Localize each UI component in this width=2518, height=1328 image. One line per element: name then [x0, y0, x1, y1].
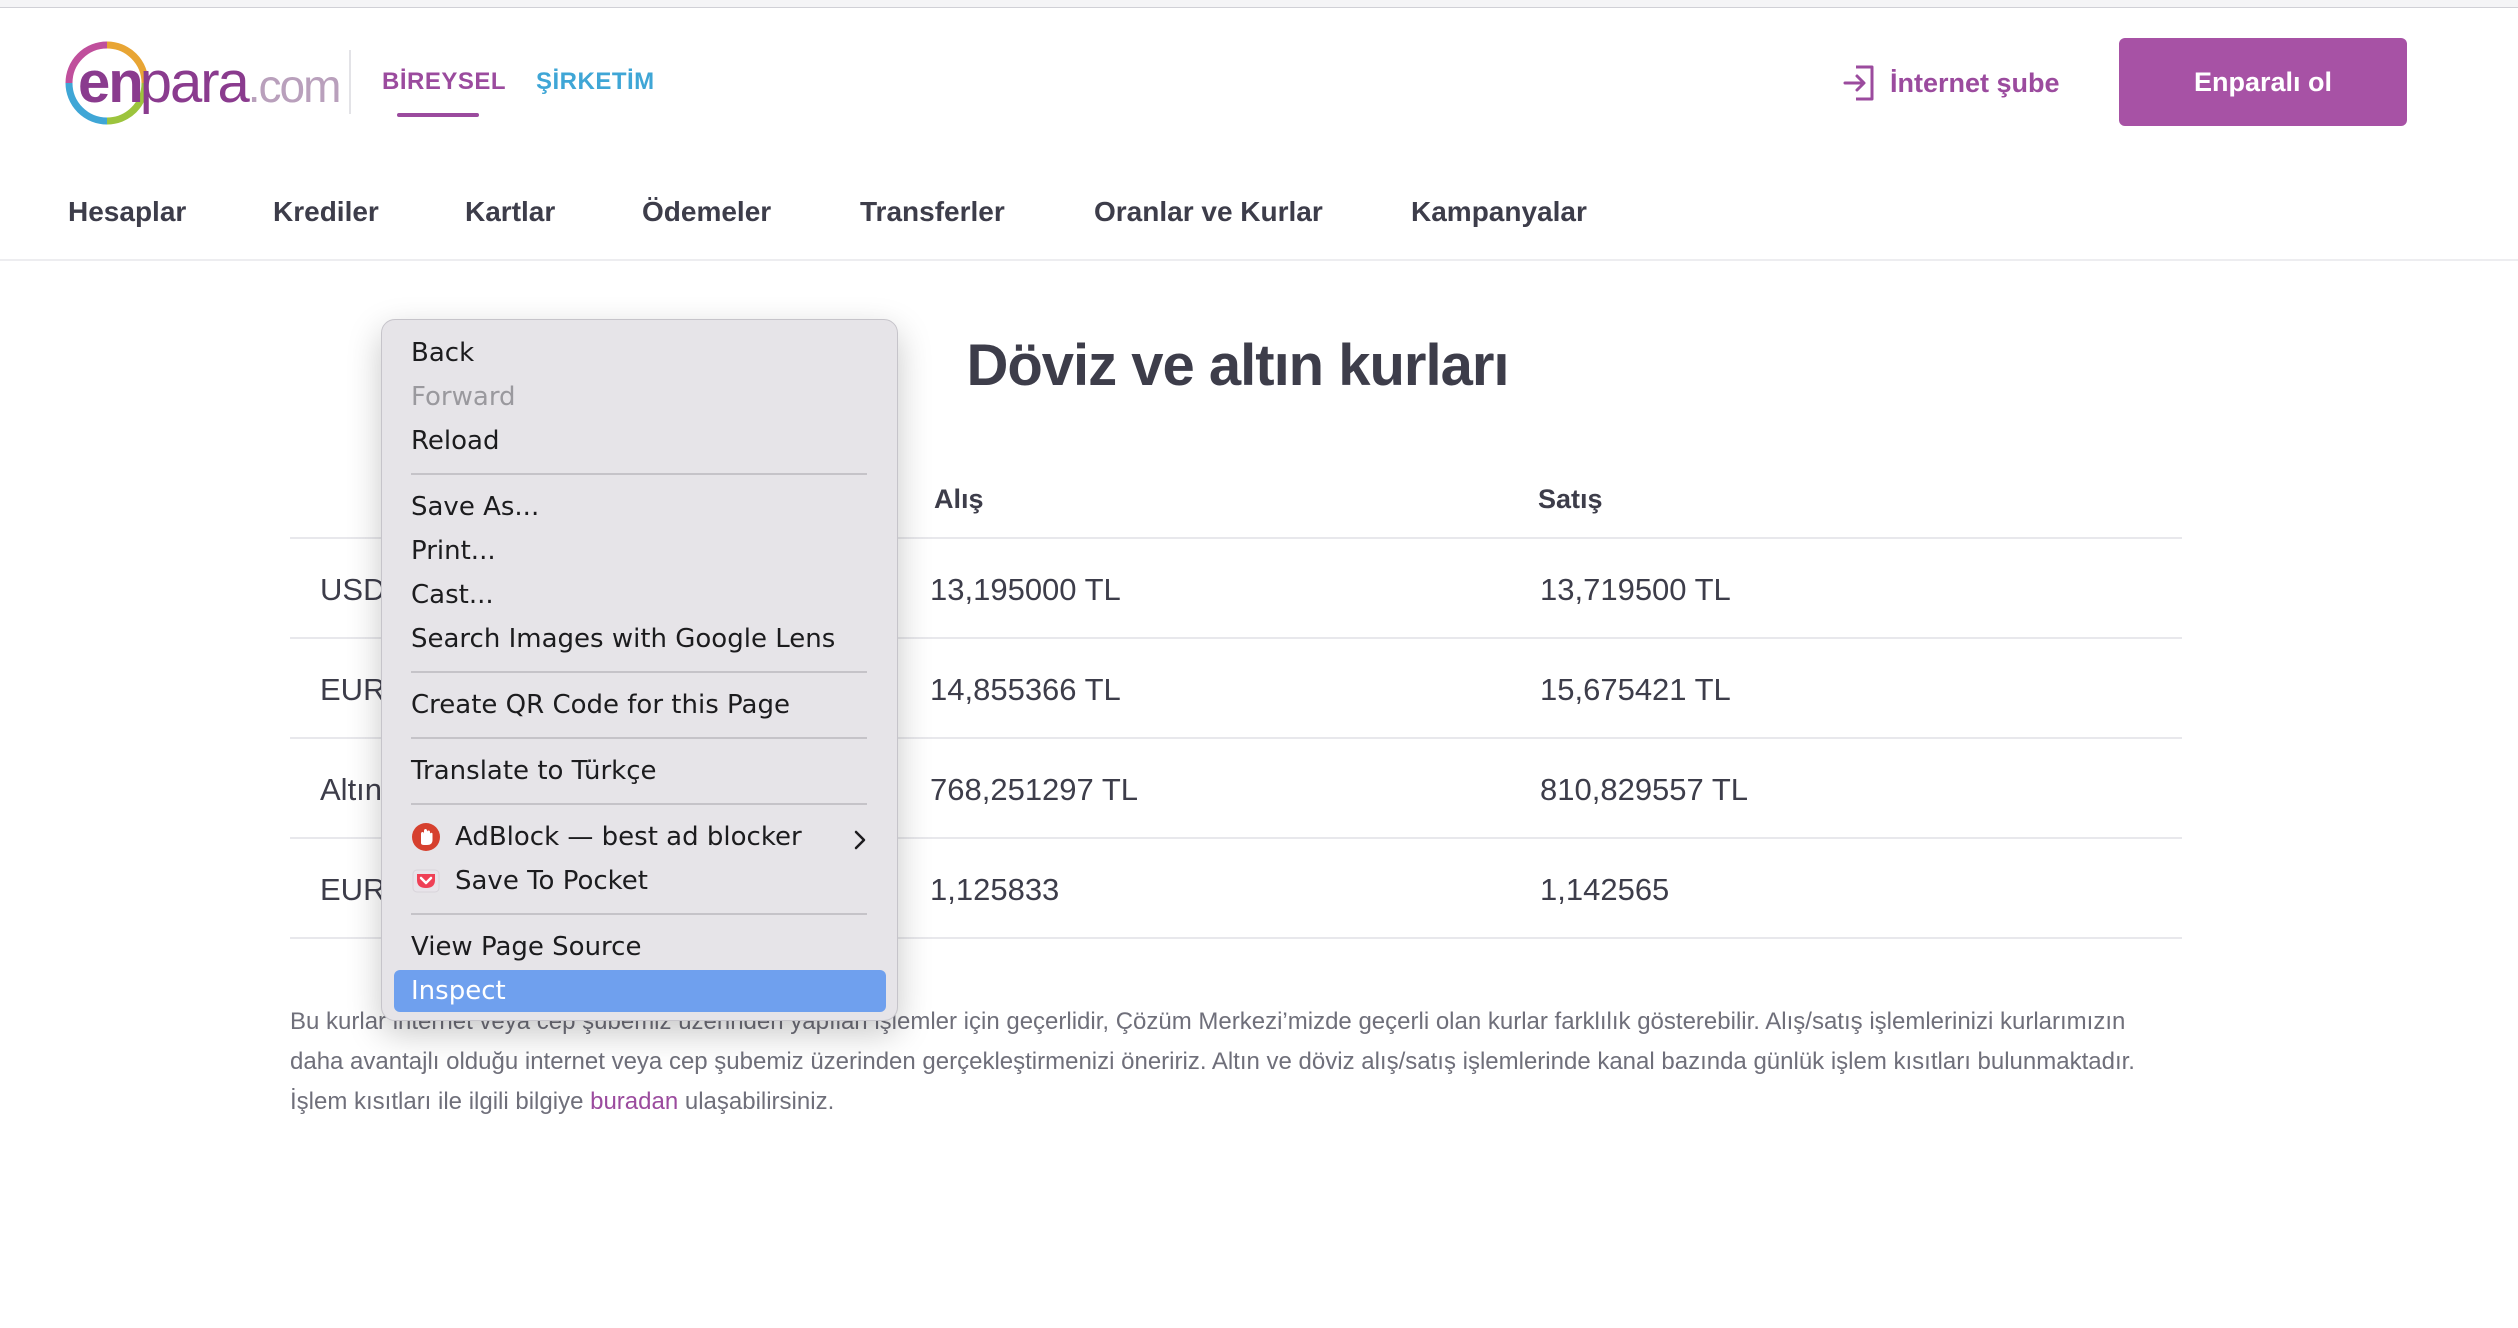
disclaimer-text: Bu kurlar internet veya cep şubemiz üzer…	[290, 1008, 2135, 1115]
currency-name: EUR	[320, 672, 386, 707]
menu-separator	[411, 803, 867, 805]
menu-item-translate[interactable]: Translate to Türkçe	[411, 756, 657, 786]
internet-sube-link[interactable]: İnternet şube	[1842, 62, 2060, 104]
menu-separator	[411, 473, 867, 475]
column-header-satis: Satış	[1538, 484, 1603, 514]
buy-rate: 768,251297 TL	[930, 772, 1139, 807]
menu-item-reload[interactable]: Reload	[411, 426, 499, 456]
nav-divider	[0, 259, 2518, 261]
nav-odemeler[interactable]: Ödemeler	[642, 196, 771, 228]
menu-item-google-lens[interactable]: Search Images with Google Lens	[411, 624, 835, 654]
nav-kartlar[interactable]: Kartlar	[465, 196, 555, 228]
menu-item-view-source[interactable]: View Page Source	[411, 932, 641, 962]
buy-rate: 1,125833	[930, 872, 1060, 907]
menu-item-qr-code[interactable]: Create QR Code for this Page	[411, 690, 790, 720]
currency-name: Altın	[320, 772, 383, 807]
menu-separator	[411, 737, 867, 739]
nav-transferler[interactable]: Transferler	[860, 196, 1005, 228]
sell-rate: 1,142565	[1540, 872, 1670, 907]
menu-separator	[411, 913, 867, 915]
segment-bireysel[interactable]: BİREYSEL	[382, 68, 506, 96]
logo-en: en	[78, 50, 144, 115]
menu-item-back[interactable]: Back	[411, 338, 474, 368]
page-title: Döviz ve altın kurları	[966, 333, 1509, 398]
enpara-logo[interactable]: enpara.com	[64, 38, 341, 128]
chevron-right-icon	[854, 830, 866, 850]
browser-top-edge	[0, 0, 2518, 8]
nav-kampanyalar[interactable]: Kampanyalar	[1411, 196, 1587, 228]
currency-name: USD	[320, 572, 386, 607]
segment-active-indicator	[397, 113, 479, 117]
segment-sirketim[interactable]: ŞİRKETİM	[536, 68, 655, 96]
sell-rate: 13,719500 TL	[1540, 572, 1731, 607]
menu-item-save-as[interactable]: Save As...	[411, 492, 539, 522]
context-menu: Back Forward Reload Save As... Print... …	[381, 319, 898, 1021]
pocket-icon	[412, 869, 440, 893]
nav-hesaplar[interactable]: Hesaplar	[68, 196, 186, 228]
logo-para: para	[139, 50, 250, 115]
disclaimer-text-end: ulaşabilirsiniz.	[678, 1088, 835, 1115]
login-icon	[1843, 65, 1874, 101]
menu-item-cast[interactable]: Cast...	[411, 580, 494, 610]
main-nav: Hesaplar Krediler Kartlar Ödemeler Trans…	[0, 178, 2518, 248]
menu-item-adblock[interactable]: AdBlock — best ad blocker	[455, 822, 802, 852]
nav-oranlar-ve-kurlar[interactable]: Oranlar ve Kurlar	[1094, 196, 1323, 228]
menu-separator	[411, 671, 867, 673]
buradan-link[interactable]: buradan	[590, 1088, 678, 1115]
logo-com: .com	[247, 60, 342, 112]
header-divider	[349, 50, 351, 114]
menu-item-save-to-pocket[interactable]: Save To Pocket	[455, 866, 648, 896]
currency-name: EUR	[320, 872, 386, 907]
buy-rate: 13,195000 TL	[930, 572, 1121, 607]
enparali-ol-button[interactable]: Enparalı ol	[2119, 38, 2407, 126]
sell-rate: 15,675421 TL	[1540, 672, 1731, 707]
menu-item-forward: Forward	[411, 382, 516, 412]
nav-krediler[interactable]: Krediler	[273, 196, 379, 228]
menu-item-inspect[interactable]: Inspect	[411, 976, 506, 1006]
sell-rate: 810,829557 TL	[1540, 772, 1749, 807]
internet-sube-label: İnternet şube	[1890, 67, 2060, 98]
column-header-alis: Alış	[934, 484, 984, 514]
menu-item-print[interactable]: Print...	[411, 536, 496, 566]
buy-rate: 14,855366 TL	[930, 672, 1121, 707]
adblock-icon	[412, 823, 440, 851]
